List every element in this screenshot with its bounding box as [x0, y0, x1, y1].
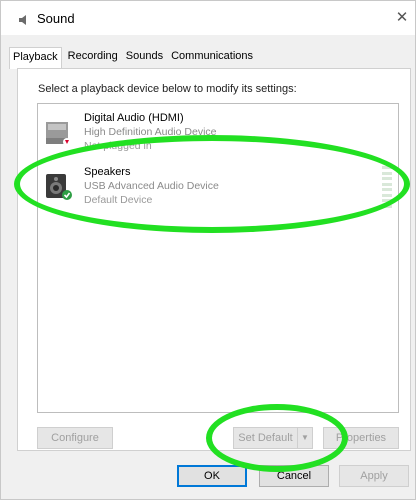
device-name: Speakers: [84, 166, 131, 178]
device-actions: Configure Set Default ▼ Properties: [37, 427, 399, 451]
title-bar: Sound ✕: [1, 1, 415, 35]
device-item-speakers[interactable]: Speakers USB Advanced Audio Device Defau…: [38, 162, 398, 218]
green-check-badge: [62, 190, 72, 200]
sound-dialog: Sound ✕ Playback Recording Sounds Commun…: [0, 0, 416, 500]
configure-button[interactable]: Configure: [37, 427, 113, 449]
apply-button[interactable]: Apply: [339, 465, 409, 487]
cancel-button[interactable]: Cancel: [259, 465, 329, 487]
monitor-speaker-icon: [46, 122, 71, 146]
device-name: Digital Audio (HDMI): [84, 112, 184, 124]
speaker-icon: [19, 15, 26, 25]
dialog-footer: OK Cancel Apply: [1, 453, 415, 499]
speaker-icon: [46, 174, 72, 200]
close-icon: ✕: [395, 9, 409, 26]
device-status: Not plugged in: [84, 140, 152, 152]
tab-recording[interactable]: Recording: [66, 47, 120, 69]
chevron-down-icon[interactable]: ▼: [297, 427, 313, 449]
tab-sounds[interactable]: Sounds: [124, 47, 165, 69]
volume-level-meter: [382, 166, 392, 208]
playback-panel: Select a playback device below to modify…: [17, 68, 411, 451]
device-item-hdmi[interactable]: Digital Audio (HDMI) High Definition Aud…: [38, 108, 398, 164]
ok-button[interactable]: OK: [177, 465, 247, 487]
close-button[interactable]: ✕: [389, 5, 415, 31]
tab-playback[interactable]: Playback: [9, 47, 62, 69]
set-default-button[interactable]: Set Default: [233, 427, 297, 449]
properties-button[interactable]: Properties: [323, 427, 399, 449]
tab-communications[interactable]: Communications: [169, 47, 255, 69]
device-status: Default Device: [84, 194, 153, 206]
window-title: Sound: [37, 11, 75, 26]
tab-strip: Playback Recording Sounds Communications: [9, 47, 259, 69]
device-description: High Definition Audio Device: [84, 126, 217, 138]
device-list[interactable]: Digital Audio (HDMI) High Definition Aud…: [37, 103, 399, 413]
instructions-text: Select a playback device below to modify…: [38, 83, 297, 95]
device-description: USB Advanced Audio Device: [84, 180, 219, 192]
